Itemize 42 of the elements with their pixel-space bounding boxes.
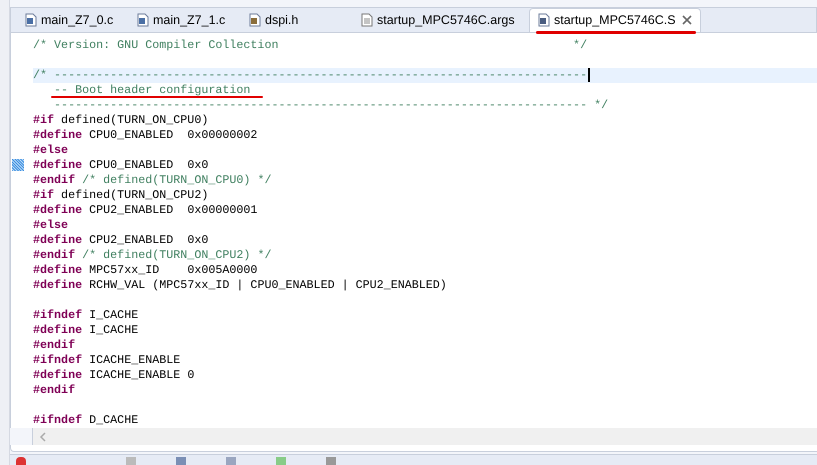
code-line: #define CPU0_ENABLED 0x0	[33, 158, 208, 171]
tab-label: dspi.h	[265, 12, 298, 29]
editor-tab[interactable]: dspi.h	[241, 8, 351, 32]
tab-label: main_Z7_0.c	[41, 12, 114, 29]
code-line: #define CPU2_ENABLED 0x0	[33, 234, 208, 246]
panel-tab-icon[interactable]	[16, 457, 26, 465]
code-line: #ifndef D_CACHE	[33, 414, 138, 426]
code-line: #if defined(TURN_ON_CPU0)	[33, 114, 208, 126]
code-line: #if defined(TURN_ON_CPU2)	[33, 188, 208, 201]
tab-label: startup_MPC5746C.S	[554, 12, 676, 30]
code-line: #define RCHW_VAL (MPC57xx_ID | CPU0_ENABLED | CPU2_ENABLED)	[33, 278, 447, 291]
code-line: /* ----------------------------------------------------------------------------	[33, 68, 588, 81]
text-cursor	[588, 68, 590, 82]
code-line: #endif	[33, 384, 76, 396]
code-line: #endif /* defined(TURN_ON_CPU2) */	[33, 248, 272, 261]
code-line: #define CPU0_ENABLED 0x00000002	[33, 128, 258, 141]
code-line: -- Boot header configuration	[53, 84, 250, 96]
file-icon	[137, 12, 149, 27]
file-icon	[249, 12, 261, 27]
close-icon[interactable]	[682, 15, 692, 26]
code-line: #else	[33, 144, 68, 156]
code-line: #else	[33, 218, 68, 231]
code-line: #ifndef I_CACHE	[33, 308, 138, 321]
code-line: /* Version: GNU Compiler Collection */	[33, 38, 588, 51]
file-icon	[538, 13, 550, 28]
document-icon	[361, 12, 373, 27]
code-line: #endif /* defined(TURN_ON_CPU0) */	[33, 174, 272, 186]
code-line: #ifndef ICACHE_ENABLE	[33, 354, 180, 366]
scroll-left-icon[interactable]	[39, 432, 47, 442]
tab-label: startup_MPC5746C.args	[377, 12, 515, 29]
code-line: #define MPC57xx_ID 0x005A0000	[33, 264, 258, 276]
tab-label: main_Z7_1.c	[153, 12, 226, 29]
code-line: #define CPU2_ENABLED 0x00000001	[33, 204, 258, 216]
file-icon	[25, 12, 37, 27]
editor-tab[interactable]: startup_MPC5746C.args	[353, 8, 527, 32]
code-line: #endif	[33, 338, 76, 351]
code-line: ---------------------------------------------------------------------------- */	[53, 98, 608, 111]
code-line: #define I_CACHE	[33, 324, 138, 336]
code-line: #define ICACHE_ENABLE 0	[33, 368, 194, 381]
editor-tab[interactable]: main_Z7_0.c	[17, 8, 127, 32]
editor-tab[interactable]: main_Z7_1.c	[129, 8, 239, 32]
editor-tab[interactable]: startup_MPC5746C.S	[529, 8, 701, 32]
